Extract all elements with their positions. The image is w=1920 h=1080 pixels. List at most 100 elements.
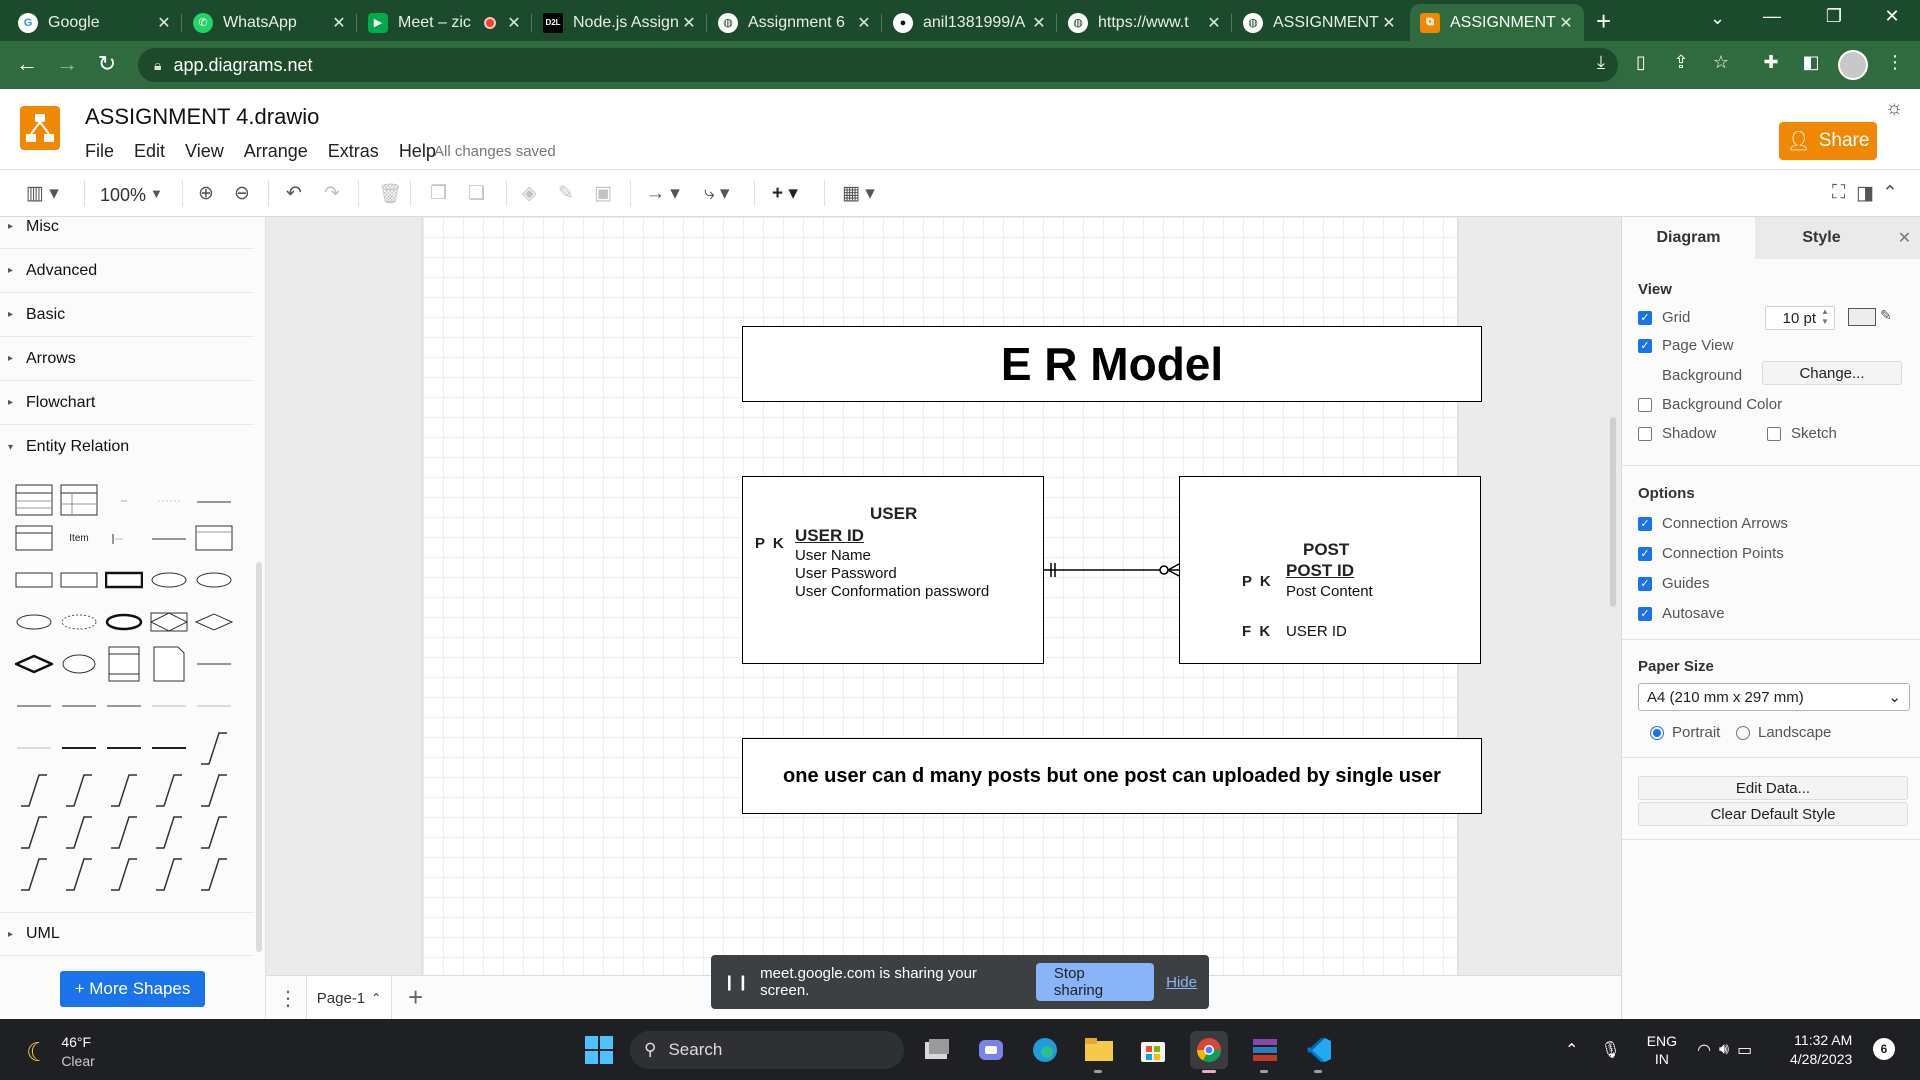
show-hidden-icons-chevron-icon[interactable]: ⌃ [1565, 1040, 1578, 1060]
er-attribute-ellipse-shape[interactable] [149, 562, 189, 598]
microsoft-store-icon[interactable] [1134, 1031, 1172, 1069]
er-cloud-shape[interactable] [59, 646, 99, 682]
close-icon[interactable]: ✕ [1031, 13, 1047, 33]
browser-tab-meet[interactable]: ▶ Meet – zic ✕ [358, 4, 532, 41]
format-panel-toggle-icon[interactable]: ▥ ▾ [26, 182, 59, 205]
restore-icon[interactable]: ❐ [1814, 6, 1854, 27]
language-indicator[interactable]: ENG IN [1647, 1032, 1677, 1068]
zoom-out-icon[interactable]: ⊖ [234, 182, 250, 205]
paper-size-select[interactable]: A4 (210 mm x 297 mm) ⌄ [1638, 683, 1910, 711]
theme-sun-icon[interactable]: ☼ [1885, 97, 1903, 120]
diagram-page[interactable]: E R Model USER P K USER ID User Name Use… [423, 217, 1482, 975]
extensions-puzzle-icon[interactable]: ✚ [1756, 52, 1786, 73]
profile-avatar[interactable] [1838, 50, 1868, 80]
er-entity-list-shape[interactable] [14, 520, 54, 556]
close-icon[interactable]: ✕ [331, 13, 347, 33]
checkbox-checked[interactable]: ✓ [1638, 310, 1652, 325]
checkbox-unchecked[interactable] [1638, 397, 1652, 412]
er-small-item-shape[interactable] [104, 520, 144, 556]
diagram-canvas[interactable]: E R Model USER P K USER ID User Name Use… [266, 217, 1621, 975]
er-weak-entity-shape[interactable] [104, 562, 144, 598]
sidebar-section-advanced[interactable]: ▸ Advanced [0, 249, 254, 293]
close-icon[interactable]: ✕ [1558, 13, 1574, 33]
weather-widget[interactable]: ☾ 46°F Clear [26, 1033, 95, 1071]
file-explorer-icon[interactable] [1080, 1031, 1118, 1073]
zoom-level[interactable]: 100% [100, 185, 146, 206]
more-options-icon[interactable]: ⋮ [1880, 52, 1910, 73]
tab-search-icon[interactable]: ⌄ [1710, 8, 1725, 29]
page-menu-icon[interactable]: ⋮ [278, 986, 298, 1011]
er-curved-connector-shape[interactable] [149, 772, 189, 808]
browser-tab-nodejs[interactable]: D2L Node.js Assign ✕ [533, 4, 707, 41]
vscode-icon[interactable] [1300, 1031, 1338, 1073]
er-curved-connector-shape[interactable] [14, 772, 54, 808]
er-connector-shape[interactable] [149, 730, 189, 766]
chevron-up-icon[interactable]: ⌃ [371, 991, 381, 1005]
radio-unselected[interactable] [1736, 725, 1750, 740]
menu-edit[interactable]: Edit [134, 141, 165, 162]
landscape-option[interactable]: Landscape [1736, 724, 1831, 741]
page-view-option[interactable]: ✓ Page View [1638, 337, 1733, 354]
teams-chat-icon[interactable] [972, 1031, 1010, 1069]
back-icon[interactable]: ← [12, 51, 42, 77]
lock-icon[interactable]: 🔒︎ [154, 57, 161, 74]
sketch-option[interactable]: Sketch [1767, 425, 1837, 442]
er-derived-attribute-shape[interactable] [59, 604, 99, 640]
note-shape[interactable]: one user can d many posts but one post c… [742, 738, 1482, 814]
address-bar[interactable]: 🔒︎ app.diagrams.net [138, 48, 1618, 82]
er-associative-entity-shape[interactable] [149, 604, 189, 640]
reload-icon[interactable]: ↻ [92, 51, 122, 77]
shadow-icon[interactable]: ▣ [594, 182, 612, 205]
more-shapes-button[interactable]: + More Shapes [60, 971, 205, 1007]
tab-diagram[interactable]: Diagram [1622, 217, 1755, 259]
er-curved-connector-shape[interactable] [194, 814, 234, 850]
zoom-in-icon[interactable]: ⊕ [198, 182, 214, 205]
er-connector-shape[interactable] [59, 730, 99, 766]
er-note-shape[interactable] [104, 646, 144, 682]
battery-icon[interactable]: ▭ [1737, 1040, 1752, 1060]
checkbox-unchecked[interactable] [1638, 426, 1652, 441]
sidebar-section-basic[interactable]: ▸ Basic [0, 293, 254, 337]
er-attribute-text-shape[interactable] [149, 482, 189, 518]
bookmark-star-icon[interactable]: ☆ [1706, 52, 1736, 73]
er-connector-shape[interactable] [194, 688, 234, 724]
er-item-shape[interactable]: Item [59, 520, 99, 556]
save-page-icon[interactable]: ▯ [1626, 52, 1656, 73]
er-connector-shape[interactable] [104, 688, 144, 724]
guides-option[interactable]: ✓ Guides [1638, 575, 1710, 592]
pencil-icon[interactable]: ✎ [1880, 307, 1892, 324]
waypoints-icon[interactable]: ⤷ ▾ [704, 182, 729, 205]
er-connector-shape[interactable] [149, 688, 189, 724]
connection-style-icon[interactable]: → ▾ [646, 182, 680, 205]
er-curved-connector-shape[interactable] [59, 856, 99, 892]
browser-tab-github[interactable]: ● anil1381999/A ✕ [883, 4, 1057, 41]
install-app-icon[interactable]: ⤓ [1586, 52, 1616, 73]
close-icon[interactable]: ✕ [681, 13, 697, 33]
to-back-icon[interactable]: ❏ [468, 182, 485, 205]
add-page-icon[interactable]: + [408, 982, 423, 1013]
er-curved-connector-shape[interactable] [59, 814, 99, 850]
clear-default-style-button[interactable]: Clear Default Style [1638, 802, 1908, 826]
browser-tab-web[interactable]: ◍ https://www.t ✕ [1058, 4, 1232, 41]
radio-selected[interactable] [1650, 725, 1664, 740]
sidebar-scrollbar[interactable] [256, 562, 262, 952]
menu-arrange[interactable]: Arrange [244, 141, 308, 162]
insert-plus-icon[interactable]: + ▾ [772, 182, 798, 205]
browser-tab-assignment6[interactable]: ◍ Assignment 6 ✕ [708, 4, 882, 41]
share-page-icon[interactable]: ⇪ [1666, 52, 1696, 73]
line-color-icon[interactable]: ✎ [558, 182, 574, 205]
change-background-button[interactable]: Change... [1762, 361, 1902, 385]
checkbox-unchecked[interactable] [1767, 426, 1781, 441]
menu-file[interactable]: File [85, 141, 114, 162]
er-attribute-ellipse-shape[interactable] [194, 562, 234, 598]
format-panel-icon[interactable]: ◨ [1856, 182, 1874, 205]
checkbox-checked[interactable]: ✓ [1638, 546, 1652, 561]
volume-icon[interactable]: 🔊︎ [1719, 1041, 1729, 1059]
er-curved-connector-shape[interactable] [59, 772, 99, 808]
new-tab-button[interactable]: + [1596, 6, 1611, 37]
clock[interactable]: 11:32 AM 4/28/2023 [1790, 1031, 1852, 1069]
shadow-option[interactable]: Shadow [1638, 425, 1716, 442]
chevron-down-icon[interactable]: ▼ [150, 186, 163, 201]
er-entity-shape[interactable] [14, 562, 54, 598]
checkbox-checked[interactable]: ✓ [1638, 606, 1652, 621]
